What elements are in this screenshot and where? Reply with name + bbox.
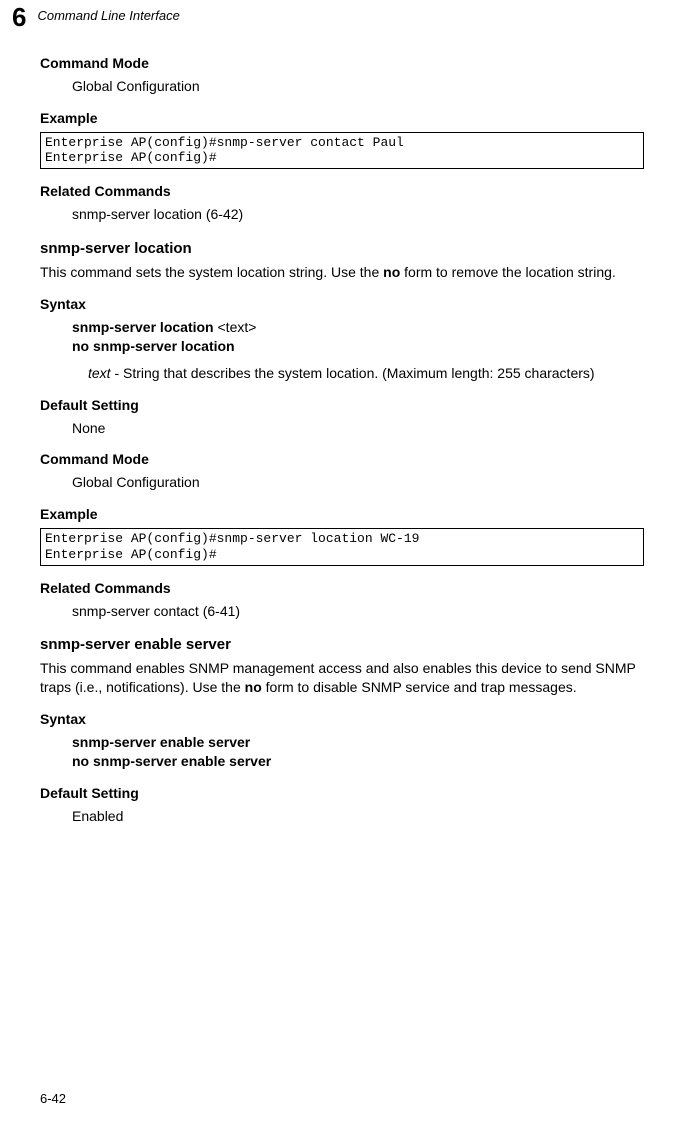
- page-header: 6 Command Line Interface: [40, 0, 644, 30]
- related-commands-value: snmp-server contact (6-41): [72, 602, 644, 621]
- desc-text: This command sets the system location st…: [40, 264, 383, 280]
- chapter-number: 6: [12, 4, 25, 30]
- syntax-line: snmp-server enable server: [72, 733, 644, 752]
- command-desc-location: This command sets the system location st…: [40, 263, 644, 282]
- syntax-bold: no snmp-server enable server: [72, 753, 271, 769]
- heading-default-setting: Default Setting: [40, 397, 644, 413]
- arg-desc-text: - String that describes the system locat…: [111, 365, 595, 381]
- command-desc-enable-server: This command enables SNMP management acc…: [40, 659, 644, 697]
- heading-example: Example: [40, 506, 644, 522]
- syntax-bold: snmp-server location: [72, 319, 218, 335]
- heading-example: Example: [40, 110, 644, 126]
- default-setting-value: Enabled: [72, 807, 644, 826]
- command-title-enable-server: snmp-server enable server: [40, 636, 644, 653]
- desc-text: form to disable SNMP service and trap me…: [262, 679, 577, 695]
- example-code-block: Enterprise AP(config)#snmp-server locati…: [40, 528, 644, 565]
- heading-default-setting: Default Setting: [40, 785, 644, 801]
- syntax-bold: snmp-server enable server: [72, 734, 250, 750]
- heading-command-mode: Command Mode: [40, 55, 644, 71]
- syntax-line: no snmp-server location: [72, 337, 644, 356]
- syntax-line: no snmp-server enable server: [72, 752, 644, 771]
- command-mode-value: Global Configuration: [72, 473, 644, 492]
- syntax-line: snmp-server location <text>: [72, 318, 644, 337]
- heading-related-commands: Related Commands: [40, 183, 644, 199]
- heading-related-commands: Related Commands: [40, 580, 644, 596]
- example-code-block: Enterprise AP(config)#snmp-server contac…: [40, 132, 644, 169]
- command-mode-value: Global Configuration: [72, 77, 644, 96]
- syntax-block: snmp-server enable server no snmp-server…: [72, 733, 644, 771]
- command-title-location: snmp-server location: [40, 240, 644, 257]
- desc-text: form to remove the location string.: [400, 264, 616, 280]
- heading-syntax: Syntax: [40, 296, 644, 312]
- default-setting-value: None: [72, 419, 644, 438]
- heading-command-mode: Command Mode: [40, 451, 644, 467]
- desc-bold-no: no: [383, 264, 400, 280]
- heading-syntax: Syntax: [40, 711, 644, 727]
- syntax-arg: <text>: [218, 319, 257, 335]
- syntax-block: snmp-server location <text> no snmp-serv…: [72, 318, 644, 356]
- syntax-arg-desc: text - String that describes the system …: [88, 364, 644, 383]
- page: 6 Command Line Interface Command Mode Gl…: [0, 0, 684, 1128]
- desc-bold-no: no: [245, 679, 262, 695]
- arg-name-italic: text: [88, 365, 111, 381]
- syntax-bold: no snmp-server location: [72, 338, 235, 354]
- page-number: 6-42: [40, 1091, 66, 1106]
- running-head: Command Line Interface: [37, 8, 179, 23]
- related-commands-value: snmp-server location (6-42): [72, 205, 644, 224]
